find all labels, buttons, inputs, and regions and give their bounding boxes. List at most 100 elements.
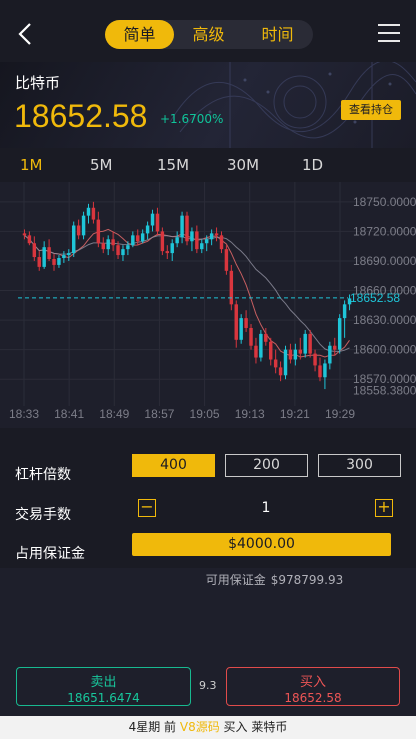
sell-button[interactable]: 卖出 18651.6474 xyxy=(16,667,191,706)
candle-body xyxy=(278,367,283,376)
candle-body xyxy=(116,245,120,256)
candle-body xyxy=(180,215,184,238)
candle-body xyxy=(337,318,342,350)
mode-switch: 简单 高级 时间 xyxy=(105,20,313,49)
buy-button[interactable]: 买入 18652.58 xyxy=(226,667,400,706)
timeframe-1m[interactable]: 1M xyxy=(20,156,43,174)
minus-button[interactable]: − xyxy=(138,499,156,517)
candle-body xyxy=(42,247,46,267)
candle-body xyxy=(239,318,243,340)
candle-body xyxy=(67,253,71,256)
available-margin: 可用保证金 $978799.93 xyxy=(0,571,416,588)
back-arrow-icon[interactable] xyxy=(14,20,38,48)
x-tick-label: 18:41 xyxy=(54,407,84,421)
candle-body xyxy=(269,341,273,360)
order-form: 杠杆倍数 400 200 300 交易手数 − 1 + 占用保证金 $4000.… xyxy=(0,428,416,568)
candle-body xyxy=(249,327,253,346)
ticker-text-b: 买入 莱特币 xyxy=(219,720,288,734)
candle-body xyxy=(229,270,234,305)
candle-body xyxy=(298,349,303,354)
timeframe-15m[interactable]: 15M xyxy=(157,156,189,174)
candle-body xyxy=(52,259,56,265)
view-positions-button[interactable]: 查看持仓 xyxy=(341,100,401,120)
leverage-label: 杠杆倍数 xyxy=(15,467,71,483)
tab-advanced[interactable]: 高级 xyxy=(174,20,243,49)
y-tick-label: 18750.0000 xyxy=(353,195,416,209)
x-tick-label: 18:33 xyxy=(9,407,39,421)
plus-button[interactable]: + xyxy=(375,499,393,517)
candle-body xyxy=(185,215,189,242)
candle-body xyxy=(323,363,327,378)
x-tick-label: 19:29 xyxy=(325,407,355,421)
candle-body xyxy=(140,233,145,242)
hamburger-menu-icon[interactable] xyxy=(378,24,400,44)
candle-body xyxy=(264,333,268,342)
price-chart[interactable]: 18750.000018720.000018690.000018660.0000… xyxy=(0,182,416,428)
candle-body xyxy=(342,304,347,319)
candle-body xyxy=(106,239,110,250)
tab-simple[interactable]: 简单 xyxy=(105,20,174,49)
candle-body xyxy=(308,333,312,354)
leverage-option-200[interactable]: 200 xyxy=(225,454,308,477)
candle-body xyxy=(234,304,238,340)
candle-body xyxy=(244,318,248,328)
candle-body xyxy=(293,349,298,360)
margin-label: 占用保证金 xyxy=(15,546,85,562)
price-change: +1.6700% xyxy=(160,112,224,126)
tab-time[interactable]: 时间 xyxy=(243,20,312,49)
candle-body xyxy=(219,235,224,250)
candle-body xyxy=(126,245,130,250)
margin-value: $4000.00 xyxy=(132,533,391,556)
candle-body xyxy=(136,235,140,242)
candle-body xyxy=(101,243,105,250)
candle-body xyxy=(22,233,27,236)
leverage-option-400[interactable]: 400 xyxy=(132,454,215,477)
candle-body xyxy=(32,243,37,258)
candle-body xyxy=(86,207,91,216)
candle-body xyxy=(111,239,115,246)
candle-body xyxy=(155,213,160,232)
candle-body xyxy=(283,349,288,376)
candle-body xyxy=(190,231,194,242)
ticker-text-a: 4星期 前 xyxy=(128,720,180,734)
x-tick-label: 18:49 xyxy=(99,407,129,421)
candle-body xyxy=(37,257,41,267)
y-tick-label: 18600.0000 xyxy=(353,343,416,357)
candle-body xyxy=(288,349,293,360)
candle-body xyxy=(121,249,125,256)
leverage-option-300[interactable]: 300 xyxy=(318,454,401,477)
candle-body xyxy=(145,225,150,234)
candle-body xyxy=(273,359,278,368)
candle-body xyxy=(204,239,209,244)
asset-banner: 比特币 18652.58 +1.6700% 查看持仓 xyxy=(0,62,416,148)
candle-body xyxy=(200,243,204,250)
candle-body xyxy=(131,235,135,246)
candle-body xyxy=(254,345,258,358)
lots-label: 交易手数 xyxy=(15,507,71,523)
current-price: 18652.58 xyxy=(14,98,148,134)
available-margin-label: 可用保证金 xyxy=(205,573,266,587)
sell-price: 18651.6474 xyxy=(67,691,140,705)
candle-body xyxy=(313,353,317,366)
candle-body xyxy=(259,333,263,358)
lots-value[interactable]: 1 xyxy=(256,500,276,516)
buy-price: 18652.58 xyxy=(284,691,342,705)
timeframe-5m[interactable]: 5M xyxy=(90,156,113,174)
x-tick-label: 18:57 xyxy=(144,407,174,421)
timeframe-bar: 1M 5M 15M 30M 1D xyxy=(0,148,416,182)
x-tick-label: 19:13 xyxy=(235,407,265,421)
timeframe-1d[interactable]: 1D xyxy=(302,156,323,174)
candle-body xyxy=(224,249,229,271)
candle-body xyxy=(81,215,86,236)
candle-body xyxy=(170,243,174,254)
timeframe-30m[interactable]: 30M xyxy=(227,156,259,174)
candle-body xyxy=(165,251,170,254)
x-tick-label: 19:21 xyxy=(280,407,310,421)
activity-ticker: 4星期 前 V8源码 买入 莱特币 xyxy=(0,716,416,739)
candle-body xyxy=(62,255,66,259)
candle-body xyxy=(57,258,61,265)
y-tick-label: 18558.3800 xyxy=(353,384,416,398)
y-tick-label: 18720.0000 xyxy=(353,224,416,238)
candle-body xyxy=(160,231,165,252)
candle-body xyxy=(195,231,199,250)
